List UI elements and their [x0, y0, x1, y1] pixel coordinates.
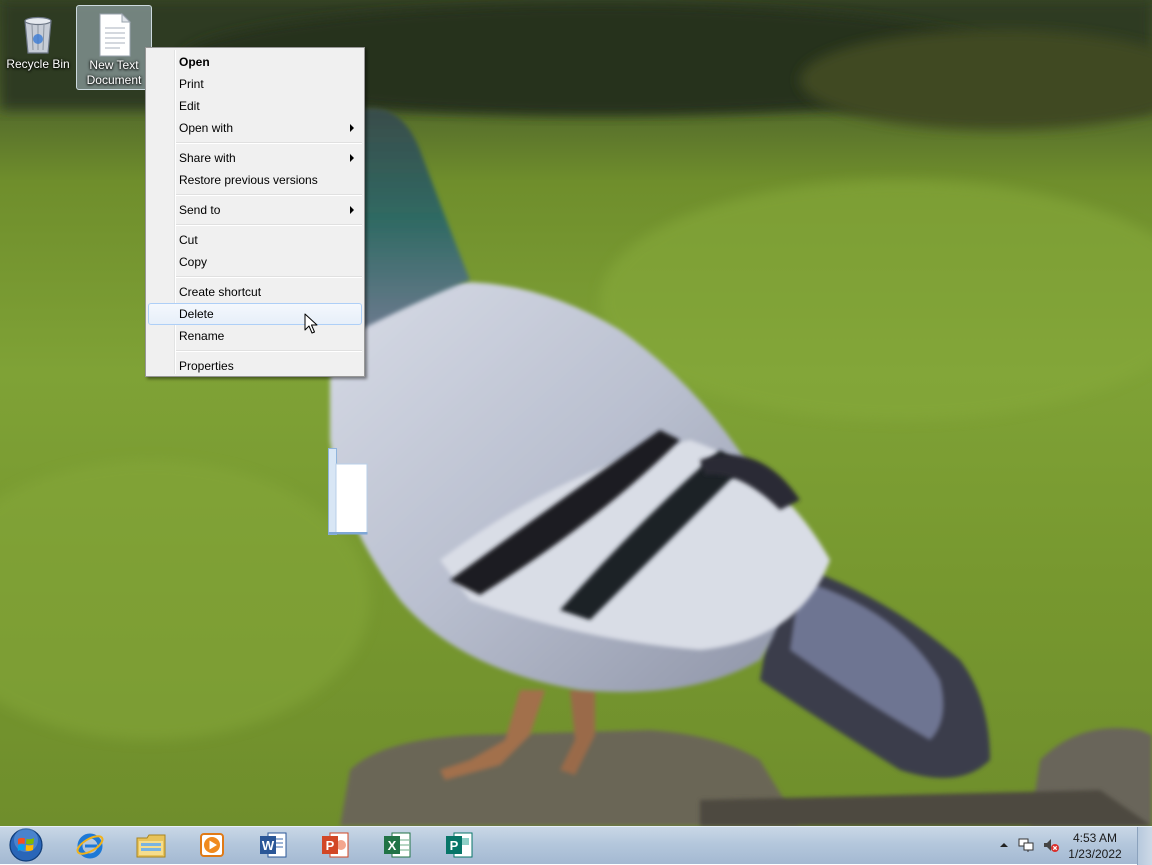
- menu-item-delete[interactable]: Delete: [148, 303, 362, 325]
- menu-item-cut[interactable]: Cut: [148, 229, 362, 251]
- taskbar: W P X P 4:53 AM 1/23/2022: [0, 826, 1152, 865]
- text-document-icon: [90, 10, 138, 58]
- svg-text:X: X: [388, 838, 397, 853]
- submenu-arrow-icon: [350, 154, 354, 162]
- menu-item-label: Edit: [179, 99, 200, 113]
- menu-item-send-to[interactable]: Send to: [148, 199, 362, 221]
- desktop-icon-new-text-document[interactable]: New Text Document: [76, 5, 152, 90]
- submenu-arrow-icon: [350, 124, 354, 132]
- internet-explorer-icon: [76, 833, 104, 859]
- menu-item-label: Open: [179, 55, 210, 69]
- menu-separator: [176, 224, 362, 226]
- menu-item-label: Share with: [179, 151, 236, 165]
- media-player-icon: [200, 833, 224, 857]
- taskbar-media-player[interactable]: [184, 828, 240, 862]
- network-icon[interactable]: [1018, 837, 1034, 853]
- windows-start-orb-icon: [9, 828, 43, 862]
- menu-item-label: Copy: [179, 255, 208, 269]
- menu-item-label: Send to: [179, 203, 221, 217]
- menu-item-create-shortcut[interactable]: Create shortcut: [148, 281, 362, 303]
- menu-separator: [176, 142, 362, 144]
- volume-muted-icon[interactable]: [1043, 837, 1059, 853]
- menu-item-label: Properties: [179, 359, 234, 373]
- menu-item-restore-previous-versions[interactable]: Restore previous versions: [148, 169, 362, 191]
- clock[interactable]: 4:53 AM 1/23/2022: [1060, 830, 1130, 862]
- menu-item-label: Cut: [179, 233, 198, 247]
- menu-item-open-with[interactable]: Open with: [148, 117, 362, 139]
- taskbar-word[interactable]: W: [245, 828, 301, 862]
- recycle-bin-icon: [14, 9, 62, 57]
- menu-separator: [176, 276, 362, 278]
- publisher-icon: P: [446, 832, 473, 858]
- menu-item-label: Print: [179, 77, 204, 91]
- powerpoint-icon: P: [322, 832, 349, 858]
- start-button[interactable]: [6, 828, 46, 862]
- drag-ghost-document: [328, 448, 368, 535]
- svg-text:W: W: [262, 838, 275, 853]
- menu-item-open[interactable]: Open: [148, 51, 362, 73]
- taskbar-internet-explorer[interactable]: [62, 828, 118, 862]
- menu-item-print[interactable]: Print: [148, 73, 362, 95]
- menu-item-label: Open with: [179, 121, 234, 135]
- context-menu: Open Print Edit Open with Share with Res…: [145, 47, 365, 377]
- mouse-cursor-icon: [304, 313, 318, 335]
- svg-text:P: P: [326, 838, 335, 853]
- submenu-arrow-icon: [350, 206, 354, 214]
- show-desktop-button[interactable]: [1137, 827, 1152, 865]
- menu-item-label: Rename: [179, 329, 225, 343]
- menu-item-rename[interactable]: Rename: [148, 325, 362, 347]
- show-hidden-icons-icon[interactable]: [996, 837, 1012, 853]
- menu-item-label: Restore previous versions: [179, 173, 318, 187]
- menu-item-label: Create shortcut: [179, 285, 262, 299]
- menu-item-label: Delete: [179, 307, 214, 321]
- menu-item-edit[interactable]: Edit: [148, 95, 362, 117]
- desktop-icon-recycle-bin[interactable]: Recycle Bin: [1, 5, 75, 87]
- menu-separator: [176, 350, 362, 352]
- word-icon: W: [260, 832, 287, 858]
- menu-item-copy[interactable]: Copy: [148, 251, 362, 273]
- taskbar-windows-explorer[interactable]: [123, 828, 179, 862]
- taskbar-powerpoint[interactable]: P: [307, 828, 363, 862]
- clock-time: 4:53 AM: [1072, 831, 1118, 845]
- desktop-icon-label: Recycle Bin: [6, 57, 70, 71]
- menu-separator: [176, 194, 362, 196]
- clock-date: 1/23/2022: [1068, 847, 1122, 861]
- menu-item-properties[interactable]: Properties: [148, 355, 362, 377]
- desktop-icon-label: New Text Document: [86, 58, 142, 87]
- taskbar-excel[interactable]: X: [369, 828, 425, 862]
- menu-item-share-with[interactable]: Share with: [148, 147, 362, 169]
- svg-text:P: P: [450, 838, 459, 853]
- file-explorer-icon: [136, 834, 166, 858]
- taskbar-publisher[interactable]: P: [431, 828, 487, 862]
- excel-icon: X: [384, 832, 411, 858]
